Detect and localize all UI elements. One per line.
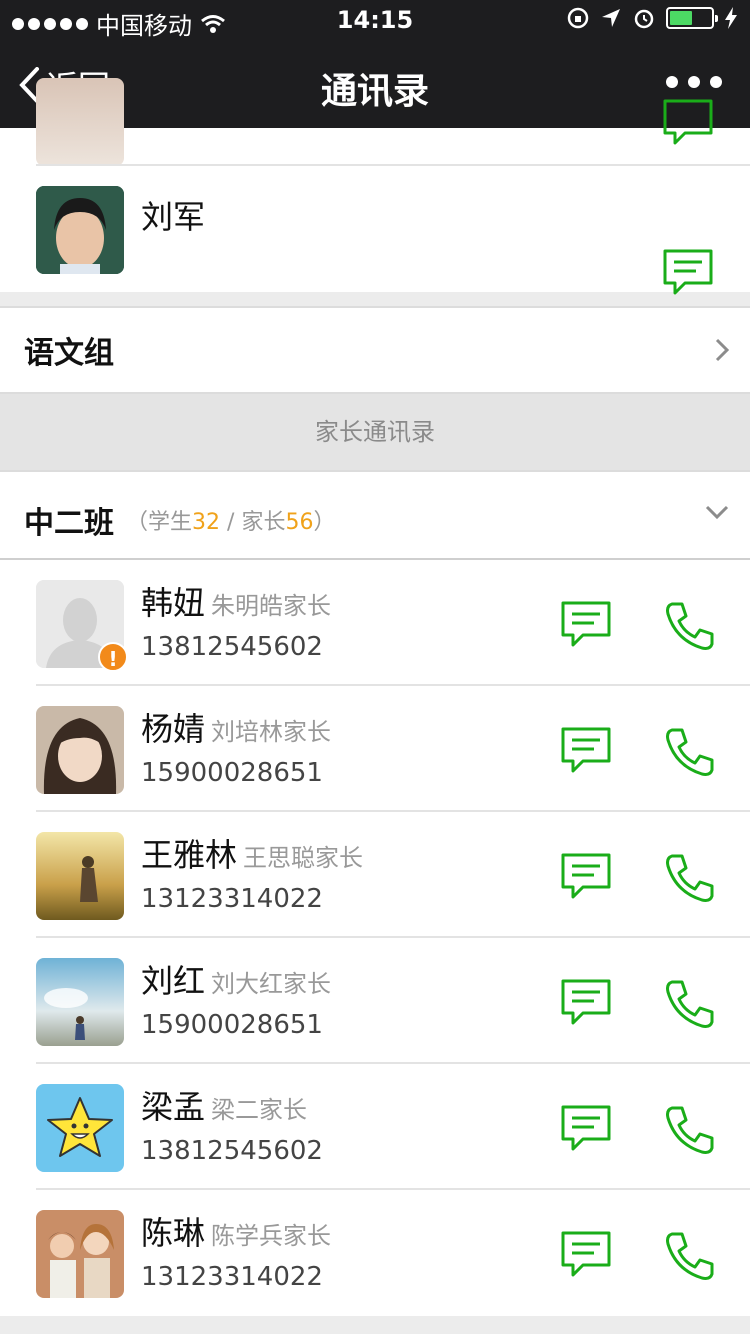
parent-name: 陈学兵家长 xyxy=(211,1222,332,1250)
alarm-icon xyxy=(634,9,654,29)
phone-number: 13123314022 xyxy=(141,884,323,914)
warning-badge-icon: ! xyxy=(98,642,128,672)
phone-icon[interactable] xyxy=(664,852,716,904)
avatar xyxy=(36,78,124,166)
phone-icon[interactable] xyxy=(664,600,716,652)
avatar xyxy=(36,186,124,274)
list-item[interactable]: 刘军 xyxy=(0,166,750,295)
message-icon[interactable] xyxy=(560,852,612,902)
phone-icon[interactable] xyxy=(664,978,716,1030)
phone-icon[interactable] xyxy=(664,1104,716,1156)
phone-number: 15900028651 xyxy=(141,758,323,788)
parent-name: 朱明皓家长 xyxy=(211,592,332,620)
contact-list: ! 韩妞 朱明皓家长 13812545602 杨婧 刘培林家长 15900028… xyxy=(0,560,750,1316)
chevron-right-icon xyxy=(715,338,730,362)
contact-name: 刘军 xyxy=(141,198,206,236)
group-label: 语文组 xyxy=(24,336,114,371)
phone-icon[interactable] xyxy=(664,726,716,778)
battery-icon xyxy=(666,7,718,29)
phone-number: 13812545602 xyxy=(141,632,323,662)
class-name: 中二班 xyxy=(24,506,114,541)
group-row-chinese[interactable]: 语文组 xyxy=(0,306,750,394)
parent-name: 梁二家长 xyxy=(211,1096,308,1124)
avatar xyxy=(36,958,124,1046)
class-row[interactable]: 中二班 （学生32 / 家长56） xyxy=(0,470,750,560)
message-icon[interactable] xyxy=(662,98,714,148)
list-item[interactable]: 杨婧 刘培林家长 15900028651 xyxy=(0,686,750,812)
phone-number: 13123314022 xyxy=(141,1262,323,1292)
phone-icon[interactable] xyxy=(664,1230,716,1282)
content: 刘军 语文组 家长通讯录 中二班 （学生32 / 家长56） ! 韩妞 朱明皓家… xyxy=(0,78,750,1316)
avatar xyxy=(36,1084,124,1172)
message-icon[interactable] xyxy=(662,248,714,298)
student-name: 刘红 xyxy=(141,962,206,1000)
message-icon[interactable] xyxy=(560,726,612,776)
avatar xyxy=(36,706,124,794)
parent-name: 王思聪家长 xyxy=(243,844,364,872)
parent-name: 刘培林家长 xyxy=(211,718,332,746)
student-name: 梁孟 xyxy=(141,1088,206,1126)
message-icon[interactable] xyxy=(560,1230,612,1280)
status-bar: 中国移动 14:15 xyxy=(0,0,750,40)
parent-name: 刘大红家长 xyxy=(211,970,332,998)
list-item[interactable]: 陈琳 陈学兵家长 13123314022 xyxy=(0,1190,750,1316)
charging-icon xyxy=(725,7,737,29)
student-name: 杨婧 xyxy=(141,710,206,748)
list-item[interactable]: 刘红 刘大红家长 15900028651 xyxy=(0,938,750,1064)
rotation-lock-icon xyxy=(567,7,589,29)
avatar xyxy=(36,1210,124,1298)
message-icon[interactable] xyxy=(560,1104,612,1154)
student-name: 陈琳 xyxy=(141,1214,206,1252)
message-icon[interactable] xyxy=(560,978,612,1028)
class-counts: （学生32 / 家长56） xyxy=(126,510,336,535)
student-name: 韩妞 xyxy=(141,584,206,622)
phone-number: 13812545602 xyxy=(141,1136,323,1166)
student-count: 32 xyxy=(192,510,221,535)
list-item[interactable]: 梁孟 梁二家长 13812545602 xyxy=(0,1064,750,1190)
avatar-placeholder: ! xyxy=(36,580,128,672)
section-header: 家长通讯录 xyxy=(0,394,750,470)
chevron-down-icon xyxy=(705,505,729,520)
parent-count: 56 xyxy=(285,510,314,535)
student-name: 王雅林 xyxy=(141,836,238,874)
avatar xyxy=(36,832,124,920)
list-item[interactable]: 王雅林 王思聪家长 13123314022 xyxy=(0,812,750,938)
teacher-list: 刘军 xyxy=(0,78,750,295)
message-icon[interactable] xyxy=(560,600,612,650)
location-icon xyxy=(602,9,620,27)
list-item[interactable]: ! 韩妞 朱明皓家长 13812545602 xyxy=(0,560,750,686)
phone-number: 15900028651 xyxy=(141,1010,323,1040)
more-button[interactable] xyxy=(666,76,722,88)
list-item[interactable] xyxy=(0,78,750,166)
